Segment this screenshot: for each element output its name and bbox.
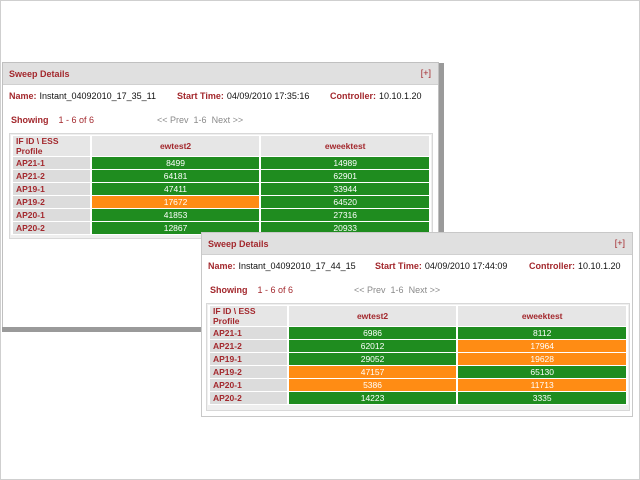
next-link[interactable]: Next >> — [212, 115, 244, 125]
name-label: Name: — [208, 261, 236, 271]
column-header-eweektest: eweektest — [458, 306, 626, 326]
prev-link[interactable]: << Prev — [157, 115, 189, 125]
row-id: AP19-1 — [13, 183, 90, 195]
expand-button[interactable]: [+] — [615, 238, 625, 248]
value-cell: 11713 — [458, 379, 626, 391]
table-row: AP20-2 14223 3335 — [210, 392, 626, 404]
expand-button[interactable]: [+] — [421, 68, 431, 78]
controller-label: Controller: — [529, 261, 575, 271]
page-range: 1-6 — [390, 285, 404, 295]
showing-label: Showing — [11, 115, 49, 125]
row-id: AP20-2 — [210, 392, 287, 404]
start-time-value: 04/09/2010 17:44:09 — [424, 261, 508, 271]
value-cell: 65130 — [458, 366, 626, 378]
value-cell: 14989 — [261, 157, 429, 169]
sweep-name: Instant_04092010_17_44_15 — [238, 261, 356, 271]
column-header-ewtest2: ewtest2 — [91, 136, 260, 156]
value-cell: 19628 — [458, 353, 626, 365]
value-cell: 8499 — [91, 157, 260, 169]
table-row: AP21-2 62012 17964 — [210, 340, 626, 352]
value-cell: 41853 — [91, 209, 260, 221]
controller-value: 10.10.1.20 — [578, 261, 621, 271]
showing-bar: Showing 1 - 6 of 6 << Prev 1-6 Next >> — [11, 115, 432, 129]
start-time-value: 04/09/2010 17:35:16 — [226, 91, 310, 101]
table-row: AP19-1 47411 33944 — [13, 183, 429, 195]
value-cell: 29052 — [288, 353, 457, 365]
value-cell: 8112 — [458, 327, 626, 339]
table-row: AP21-1 8499 14989 — [13, 157, 429, 169]
row-id: AP20-1 — [13, 209, 90, 221]
value-cell: 17672 — [91, 196, 260, 208]
sweep-info: Name: Instant_04092010_17_35_11 Start Tim… — [9, 91, 432, 105]
sweep-table: IF ID \ ESS Profile ewtest2 eweektest AP21… — [11, 135, 431, 235]
start-time-label: Start Time: — [375, 261, 422, 271]
panel-title: Sweep Details — [208, 239, 269, 249]
row-id: AP19-1 — [210, 353, 287, 365]
table-row: AP21-2 64181 62901 — [13, 170, 429, 182]
showing-range: 1 - 6 of 6 — [58, 115, 95, 125]
table-header-row: IF ID \ ESS Profile ewtest2 eweektest — [210, 306, 626, 326]
pager: << Prev 1-6 Next >> — [157, 115, 243, 125]
value-cell: 47157 — [288, 366, 457, 378]
page-range: 1-6 — [193, 115, 207, 125]
row-id: AP21-2 — [210, 340, 287, 352]
start-time-label: Start Time: — [177, 91, 224, 101]
showing-label: Showing — [210, 285, 248, 295]
value-cell: 64520 — [261, 196, 429, 208]
value-cell: 5386 — [288, 379, 457, 391]
showing-range: 1 - 6 of 6 — [257, 285, 294, 295]
name-label: Name: — [9, 91, 37, 101]
prev-link[interactable]: << Prev — [354, 285, 386, 295]
panel-header: Sweep Details [+] — [3, 63, 438, 85]
table-container: IF ID \ ESS Profile ewtest2 eweektest AP21… — [206, 303, 630, 411]
pager: << Prev 1-6 Next >> — [354, 285, 440, 295]
value-cell: 14223 — [288, 392, 457, 404]
row-id: AP19-2 — [13, 196, 90, 208]
table-row: AP20-1 5386 11713 — [210, 379, 626, 391]
controller-label: Controller: — [330, 91, 376, 101]
value-cell: 17964 — [458, 340, 626, 352]
sweep-info: Name: Instant_04092010_17_44_15 Start Tim… — [208, 261, 626, 275]
row-id: AP19-2 — [210, 366, 287, 378]
value-cell: 62012 — [288, 340, 457, 352]
panel-title: Sweep Details — [9, 69, 70, 79]
controller-value: 10.10.1.20 — [379, 91, 422, 101]
column-header-ewtest2: ewtest2 — [288, 306, 457, 326]
table-row: AP19-2 47157 65130 — [210, 366, 626, 378]
row-id: AP20-1 — [210, 379, 287, 391]
table-container: IF ID \ ESS Profile ewtest2 eweektest AP21… — [9, 133, 433, 239]
column-header-ifid: IF ID \ ESS Profile — [210, 306, 287, 326]
column-header-ifid: IF ID \ ESS Profile — [13, 136, 90, 156]
panel-header: Sweep Details [+] — [202, 233, 632, 255]
sweep-details-panel-2: Sweep Details [+] Name: Instant_04092010_… — [201, 232, 633, 417]
table-row: AP19-2 17672 64520 — [13, 196, 429, 208]
table-header-row: IF ID \ ESS Profile ewtest2 eweektest — [13, 136, 429, 156]
row-id: AP21-1 — [13, 157, 90, 169]
value-cell: 6986 — [288, 327, 457, 339]
value-cell: 33944 — [261, 183, 429, 195]
table-row: AP21-1 6986 8112 — [210, 327, 626, 339]
next-link[interactable]: Next >> — [409, 285, 441, 295]
row-id: AP20-2 — [13, 222, 90, 234]
table-row: AP19-1 29052 19628 — [210, 353, 626, 365]
value-cell: 64181 — [91, 170, 260, 182]
value-cell: 27316 — [261, 209, 429, 221]
sweep-name: Instant_04092010_17_35_11 — [39, 91, 156, 101]
row-id: AP21-1 — [210, 327, 287, 339]
column-header-eweektest: eweektest — [261, 136, 429, 156]
row-id: AP21-2 — [13, 170, 90, 182]
showing-bar: Showing 1 - 6 of 6 << Prev 1-6 Next >> — [210, 285, 626, 299]
value-cell: 62901 — [261, 170, 429, 182]
sweep-table: IF ID \ ESS Profile ewtest2 eweektest AP21… — [208, 305, 628, 405]
value-cell: 47411 — [91, 183, 260, 195]
table-row: AP20-1 41853 27316 — [13, 209, 429, 221]
value-cell: 3335 — [458, 392, 626, 404]
